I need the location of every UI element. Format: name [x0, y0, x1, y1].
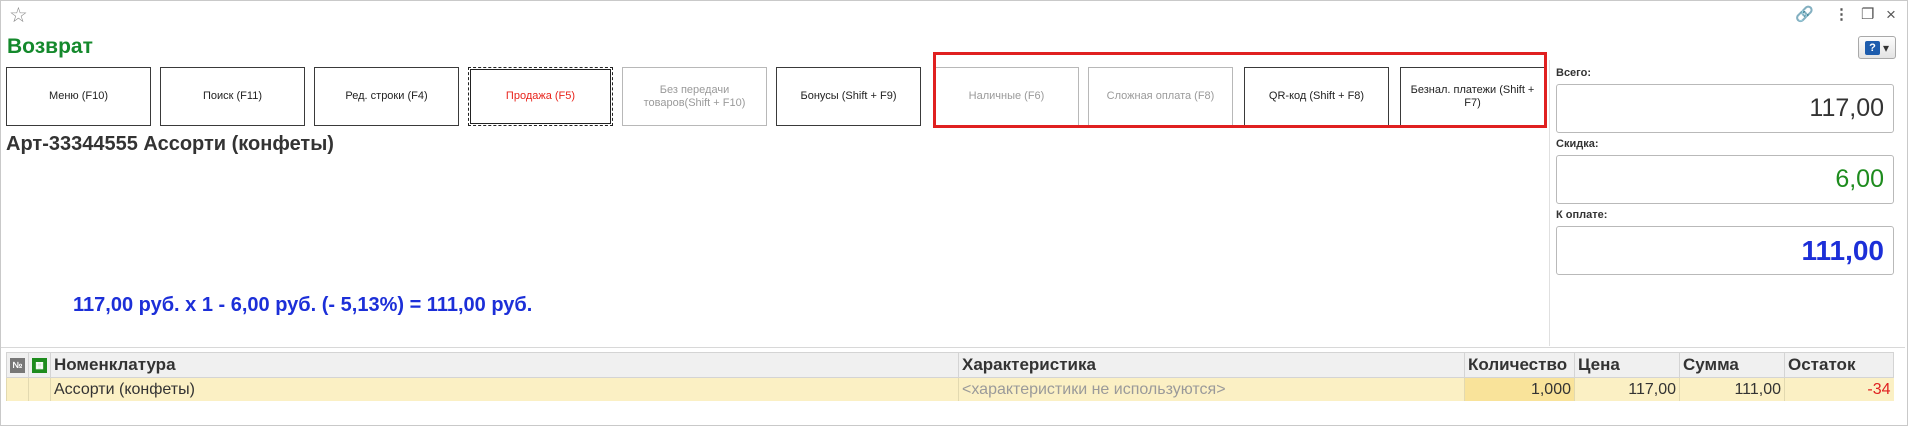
sale-button[interactable]: Продажа (F5): [468, 67, 613, 126]
link-icon[interactable]: 🔗: [1795, 7, 1814, 23]
marker-column-header[interactable]: ▦: [28, 352, 51, 378]
bonuses-button[interactable]: Бонусы (Shift + F9): [776, 67, 921, 126]
marker-cell: [28, 377, 51, 401]
table-divider: [1, 347, 1905, 348]
goods-table[interactable]: № ▦ Номенклатура Характеристика Количест…: [6, 352, 1894, 401]
page-title: Возврат: [7, 35, 93, 58]
nomenclature-header[interactable]: Номенклатура: [50, 352, 959, 378]
restore-icon[interactable]: ❐: [1861, 7, 1874, 23]
sum-cell[interactable]: 111,00: [1679, 377, 1785, 401]
nomenclature-cell[interactable]: Ассорти (конфеты): [50, 377, 959, 401]
to-pay-label: К оплате:: [1556, 209, 1608, 221]
menu-button[interactable]: Меню (F10): [6, 67, 151, 126]
discount-label: Скидка:: [1556, 138, 1599, 150]
characteristic-cell[interactable]: <характеристики не используются>: [958, 377, 1465, 401]
total-value: 117,00: [1556, 84, 1894, 133]
star-icon[interactable]: ☆: [9, 4, 28, 28]
price-cell[interactable]: 117,00: [1574, 377, 1680, 401]
help-button[interactable]: ? ▾: [1858, 36, 1896, 59]
totals-divider: [1549, 60, 1550, 346]
price-header[interactable]: Цена: [1574, 352, 1680, 378]
spreadsheet-icon: ▦: [32, 358, 47, 374]
rest-cell[interactable]: -34: [1784, 377, 1894, 401]
complex-payment-button[interactable]: Сложная оплата (F8): [1088, 67, 1233, 126]
chevron-down-icon: ▾: [1882, 40, 1890, 55]
rest-header[interactable]: Остаток: [1784, 352, 1894, 378]
quantity-cell[interactable]: 1,000: [1464, 377, 1575, 401]
characteristic-header[interactable]: Характеристика: [958, 352, 1465, 378]
sum-header[interactable]: Сумма: [1679, 352, 1785, 378]
product-title: Арт-33344555 Ассорти (конфеты): [6, 133, 334, 155]
to-pay-value: 111,00: [1556, 226, 1894, 275]
quantity-header[interactable]: Количество: [1464, 352, 1575, 378]
cash-button[interactable]: Наличные (F6): [934, 67, 1079, 126]
total-label: Всего:: [1556, 67, 1591, 79]
more-icon[interactable]: ⋮: [1834, 7, 1849, 23]
search-button[interactable]: Поиск (F11): [160, 67, 305, 126]
row-number-cell: [6, 377, 29, 401]
calculation-line: 117,00 руб. х 1 - 6,00 руб. (- 5,13%) = …: [73, 294, 533, 316]
table-header: № ▦ Номенклатура Характеристика Количест…: [6, 352, 1894, 378]
cashless-payments-button[interactable]: Безнал. платежи (Shift + F7): [1400, 67, 1545, 126]
qr-code-button[interactable]: QR-код (Shift + F8): [1244, 67, 1389, 126]
close-icon[interactable]: ×: [1886, 6, 1896, 23]
table-row[interactable]: Ассорти (конфеты) <характеристики не исп…: [6, 377, 1894, 401]
no-goods-transfer-button[interactable]: Без передачи товаров(Shift + F10): [622, 67, 767, 126]
number-icon: №: [10, 358, 25, 374]
row-number-header[interactable]: №: [6, 352, 29, 378]
discount-value: 6,00: [1556, 155, 1894, 204]
edit-row-button[interactable]: Ред. строки (F4): [314, 67, 459, 126]
help-icon: ?: [1864, 40, 1880, 55]
